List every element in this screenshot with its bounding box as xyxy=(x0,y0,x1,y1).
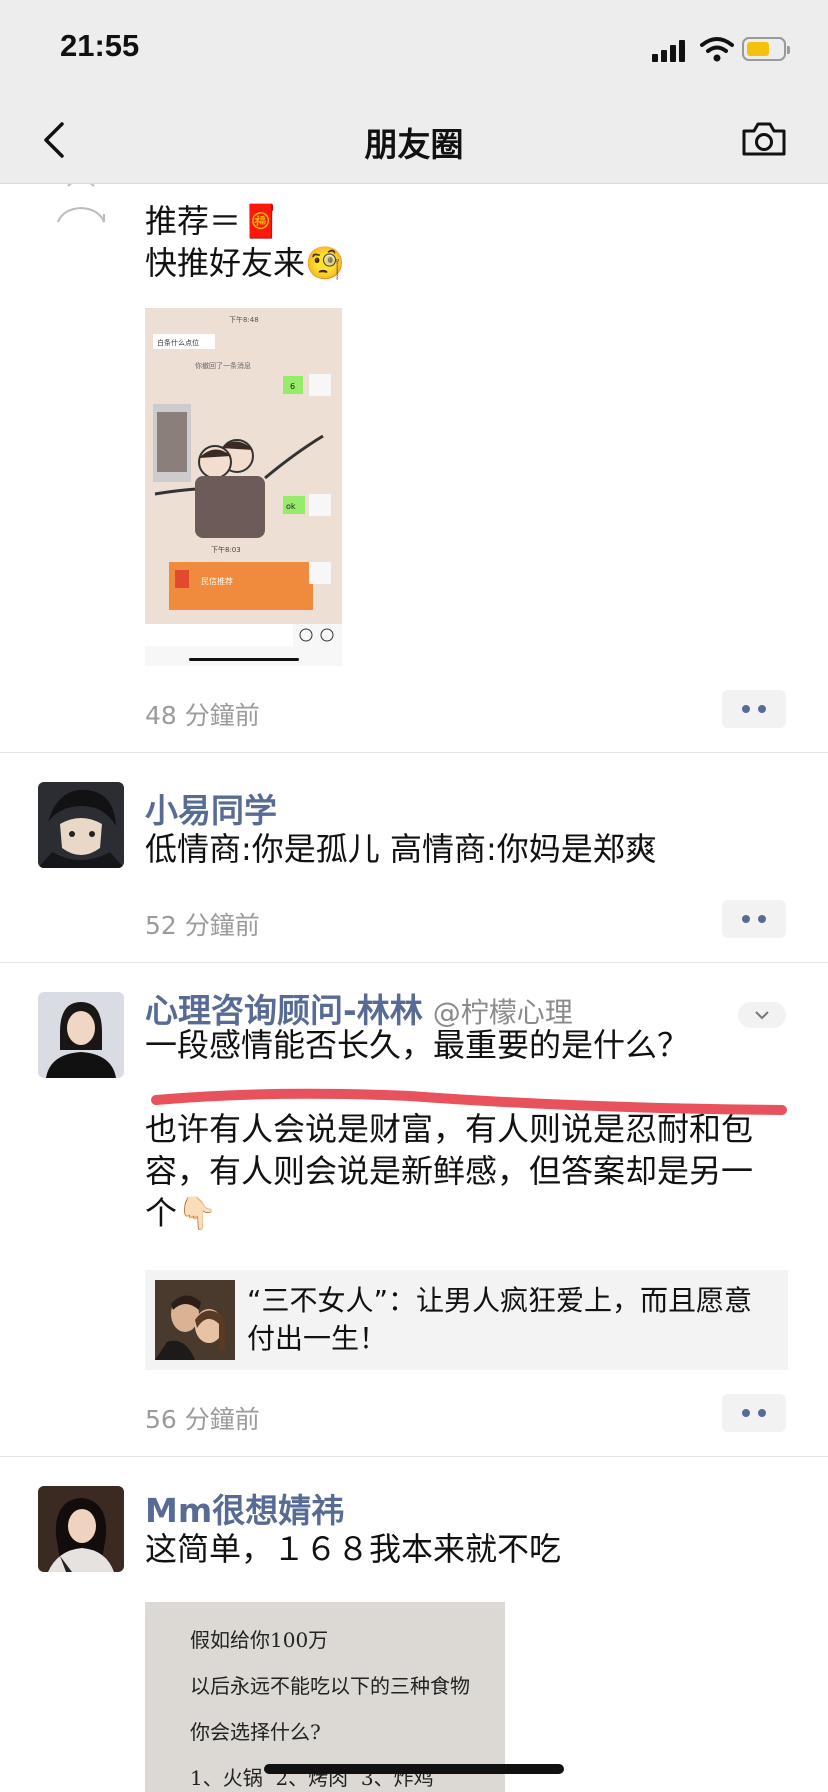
avatar[interactable] xyxy=(38,184,124,250)
link-title[interactable]: “三不女人”：让男人疯狂爱上，而且愿意付出一生！ xyxy=(247,1282,777,1358)
post-text: 低情商:你是孤儿 高情商:你妈是郑爽 xyxy=(145,830,657,868)
more-actions-button[interactable] xyxy=(722,900,786,938)
more-actions-button[interactable] xyxy=(722,1394,786,1432)
more-actions-button[interactable] xyxy=(722,690,786,728)
post-divider xyxy=(0,752,828,753)
image-text: 下午8:03 xyxy=(211,545,241,554)
page-title: 朋友圈 xyxy=(364,125,464,164)
poster-name[interactable]: 小易同学 xyxy=(145,784,277,832)
nav-bar: 朋友圈 xyxy=(0,96,828,184)
post-image[interactable]: 下午8:48 白条什么点位 你撤回了一条消息 6 ok 下午8:03 民信推荐 xyxy=(145,308,342,666)
post-divider xyxy=(0,962,828,963)
status-time: 21:55 xyxy=(60,28,140,63)
home-indicator xyxy=(264,1764,564,1774)
image-text: 6 xyxy=(290,382,295,391)
post-time: 48 分鐘前 xyxy=(145,701,260,730)
image-text: 你会选择什么? xyxy=(190,1720,321,1744)
moments-feed[interactable]: 推荐＝🧧 快推好友来🧐 下午8:48 白条什么点位 你撤回了一条消息 6 ok … xyxy=(0,184,828,1792)
image-text: 你撤回了一条消息 xyxy=(195,361,251,370)
post-text: 一段感情能否长久，最重要的是什么？ 也许有人会说是财富，有人则说是忍耐和包容，有… xyxy=(145,1026,754,1232)
chevron-down-icon xyxy=(755,1011,769,1020)
red-annotation-stroke xyxy=(151,1088,787,1115)
avatar[interactable] xyxy=(38,782,124,868)
shared-link-card[interactable]: “三不女人”：让男人疯狂爱上，而且愿意付出一生！ xyxy=(145,1270,788,1370)
cellular-signal-icon xyxy=(652,38,690,62)
image-text: 以后永远不能吃以下的三种食物 xyxy=(190,1674,470,1698)
image-text: 假如给你100万 xyxy=(190,1628,329,1652)
link-thumbnail xyxy=(155,1280,235,1360)
avatar[interactable] xyxy=(38,992,124,1078)
post-text: 这简单，１６８我本来就不吃 xyxy=(145,1530,562,1568)
status-bar: 21:55 xyxy=(0,0,828,96)
post-text: 推荐＝🧧 快推好友来🧐 xyxy=(145,202,345,282)
image-text: ok xyxy=(286,502,296,511)
image-text: 民信推荐 xyxy=(201,576,233,586)
poster-name[interactable]: Mm很想婧祎 xyxy=(145,1484,344,1532)
post-time: 56 分鐘前 xyxy=(145,1405,260,1434)
avatar[interactable] xyxy=(38,1486,124,1572)
battery-icon xyxy=(742,37,790,61)
post-divider xyxy=(0,1456,828,1457)
image-text: 白条什么点位 xyxy=(157,338,199,347)
image-text: 下午8:48 xyxy=(229,315,259,324)
wifi-icon xyxy=(700,37,734,62)
post-time: 52 分鐘前 xyxy=(145,911,260,940)
camera-icon[interactable] xyxy=(740,116,788,162)
